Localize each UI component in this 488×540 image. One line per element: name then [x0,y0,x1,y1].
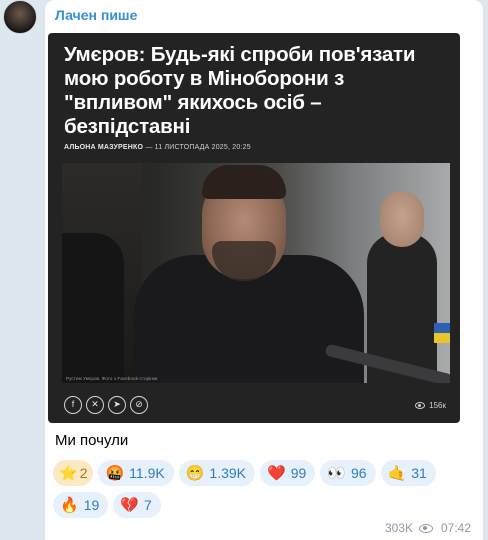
reaction-broken-heart[interactable]: 💔 7 [113,492,161,518]
grin-face-icon: 😁 [185,464,205,482]
photo-flag-patch [434,323,450,343]
fire-icon: 🔥 [60,496,79,514]
photo-main-person-hair [202,165,286,199]
heart-icon: ❤️ [267,464,286,482]
article-author: Альона Мазуренко [64,144,144,151]
article-views: 156к [415,401,446,410]
message-footer: 303K 07:42 [385,521,471,535]
photo-background-head [380,191,424,247]
eye-icon [418,523,433,533]
message-bubble: Лачен пише Умєров: Будь-які спроби пов'я… [45,0,483,540]
message-views: 303K [384,521,413,535]
eyes-icon: 👀 [327,464,346,482]
reaction-heart[interactable]: ❤️ 99 [260,460,316,486]
article-headline: Умєров: Будь-які спроби пов'язати мою ро… [64,43,416,138]
message-time: 07:42 [440,521,471,535]
x-icon: ✕ [86,396,104,414]
reaction-count: 19 [83,497,100,513]
reaction-count: 11.9K [129,465,165,481]
reaction-fire[interactable]: 🔥 19 [53,492,109,518]
reaction-angry[interactable]: 🤬 11.9K [98,460,174,486]
reaction-count: 99 [290,465,307,481]
article-social-icons: f ✕ ➤ ⊘ [64,396,148,414]
reaction-grin[interactable]: 😁 1.39K [178,460,255,486]
reactions-bar: ⭐ 2 🤬 11.9K 😁 1.39K ❤️ 99 👀 96 🤙 31 🔥 19 [53,460,473,518]
article-views-count: 156к [429,401,446,410]
reaction-star[interactable]: ⭐ 2 [53,460,94,486]
sender-name[interactable]: Лачен пише [55,7,137,23]
reaction-count: 96 [350,465,367,481]
reaction-eyes[interactable]: 👀 96 [320,460,376,486]
reaction-count: 31 [411,465,427,481]
reaction-count: 1.39K [209,465,246,481]
telegram-icon: ➤ [108,396,126,414]
link-icon: ⊘ [130,396,148,414]
reaction-count: 2 [79,465,88,481]
reaction-count: 7 [143,497,152,513]
reaction-call-me[interactable]: 🤙 31 [380,460,436,486]
article-byline: Альона Мазуренко — 11 листопада 2025, 20… [64,144,251,151]
article-image[interactable]: Умєров: Будь-які спроби пов'язати мою ро… [48,33,460,423]
channel-avatar[interactable] [3,0,37,34]
angry-face-icon: 🤬 [105,464,125,482]
call-me-hand-icon: 🤙 [387,464,407,482]
article-date: — 11 листопада 2025, 20:25 [145,144,251,151]
star-icon: ⭐ [59,464,78,482]
eye-icon [415,402,426,409]
broken-heart-icon: 💔 [120,496,139,514]
facebook-icon: f [64,396,82,414]
photo-foreground-shoulder [62,233,124,383]
article-photo: Рустем Умєров. Фото з Facebook-сторінки [62,163,450,383]
message-text: Ми почули [55,432,129,449]
photo-caption: Рустем Умєров. Фото з Facebook-сторінки [66,376,158,381]
